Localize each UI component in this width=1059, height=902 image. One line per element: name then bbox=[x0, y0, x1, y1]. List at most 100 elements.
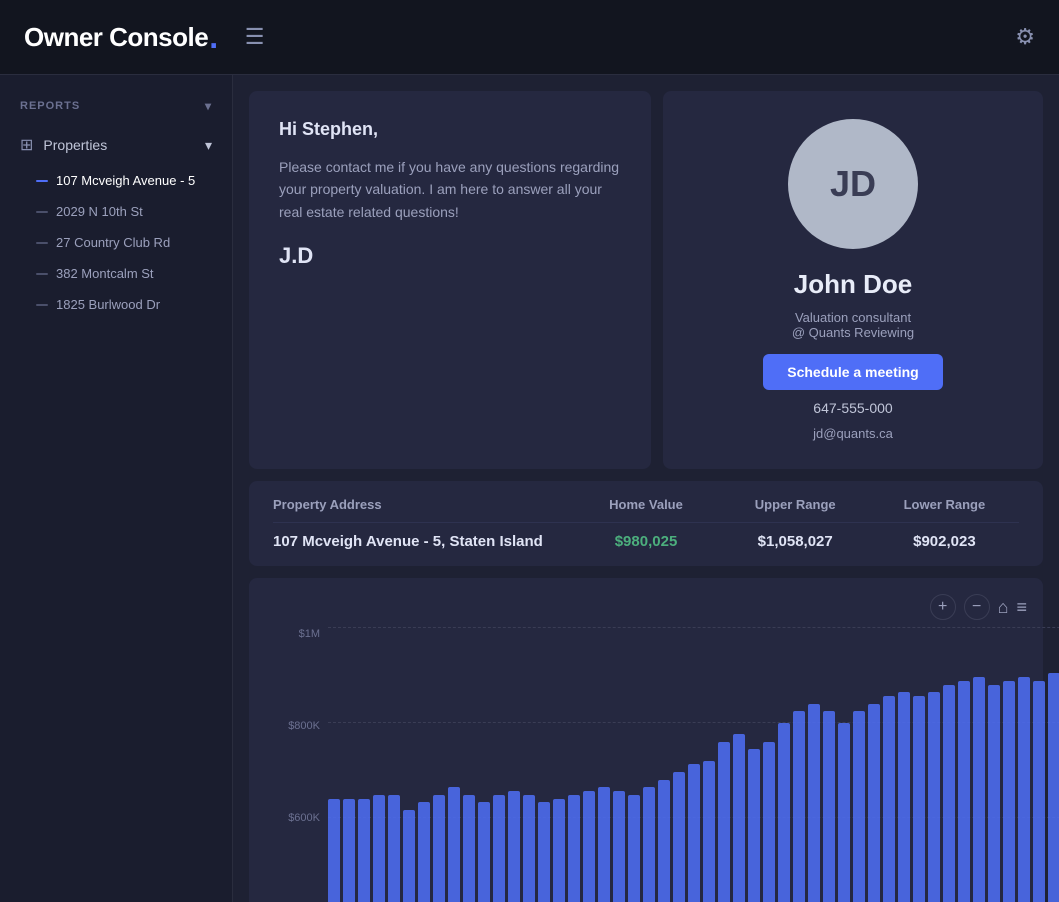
chart-bar bbox=[523, 795, 535, 902]
chart-bar bbox=[538, 802, 550, 902]
chart-bar bbox=[958, 681, 970, 902]
chart-bar bbox=[988, 685, 1000, 902]
chart-controls: + − ⌂ ≡ bbox=[265, 594, 1027, 620]
menu-button[interactable]: ☰ bbox=[242, 24, 268, 50]
chart-bar bbox=[643, 787, 655, 902]
active-indicator bbox=[36, 180, 48, 182]
sidebar-item-2029-n-10th[interactable]: 2029 N 10th St bbox=[0, 196, 232, 227]
chart-bar bbox=[448, 787, 460, 902]
chart-bar bbox=[403, 810, 415, 902]
zoom-out-button[interactable]: − bbox=[964, 594, 990, 620]
lower-range-value: $902,023 bbox=[870, 533, 1019, 550]
inactive-indicator bbox=[36, 304, 48, 306]
chart-bar bbox=[388, 795, 400, 902]
sidebar-item-1825-burlwood[interactable]: 1825 Burlwood Dr bbox=[0, 289, 232, 320]
chart-bar bbox=[358, 799, 370, 902]
main-layout: REPORTS ▾ ⊞ Properties ▾ 107 Mcveigh Ave… bbox=[0, 75, 1059, 902]
consultant-title: Valuation consultant @ Quants Reviewing bbox=[792, 310, 914, 340]
chart-area: $1M$800K$600K$400K$200K bbox=[265, 628, 1027, 902]
sidebar-item-label: 2029 N 10th St bbox=[56, 204, 143, 219]
chart-bar bbox=[718, 742, 730, 902]
consultant-email: jd@quants.ca bbox=[813, 426, 893, 441]
properties-chevron-icon: ▾ bbox=[205, 137, 212, 154]
chart-bar bbox=[658, 780, 670, 902]
sidebar-item-27-country-club[interactable]: 27 Country Club Rd bbox=[0, 227, 232, 258]
chart-bars-container bbox=[328, 628, 1059, 902]
inactive-indicator bbox=[36, 242, 48, 244]
message-signature: J.D bbox=[279, 243, 621, 269]
chart-bar bbox=[343, 799, 355, 902]
main-content: Hi Stephen, Please contact me if you hav… bbox=[233, 75, 1059, 902]
sidebar-item-label: 382 Montcalm St bbox=[56, 266, 154, 281]
chart-bar bbox=[478, 802, 490, 902]
chart-bar bbox=[328, 799, 340, 902]
sidebar: REPORTS ▾ ⊞ Properties ▾ 107 Mcveigh Ave… bbox=[0, 75, 233, 902]
chart-bar bbox=[628, 795, 640, 902]
properties-group-header[interactable]: ⊞ Properties ▾ bbox=[0, 125, 232, 165]
chart-bar bbox=[868, 704, 880, 902]
chart-bar bbox=[853, 711, 865, 902]
chart-bar bbox=[463, 795, 475, 902]
consultant-name: John Doe bbox=[794, 269, 912, 300]
chart-bar bbox=[913, 696, 925, 902]
chart-bar bbox=[733, 734, 745, 902]
chart-bar bbox=[1048, 673, 1059, 902]
inactive-indicator bbox=[36, 273, 48, 275]
chart-bar bbox=[433, 795, 445, 902]
sidebar-item-label: 27 Country Club Rd bbox=[56, 235, 170, 250]
chart-bar bbox=[778, 723, 790, 902]
property-table: Property Address Home Value Upper Range … bbox=[249, 481, 1043, 566]
top-cards-row: Hi Stephen, Please contact me if you hav… bbox=[249, 91, 1043, 469]
schedule-meeting-button[interactable]: Schedule a meeting bbox=[763, 354, 942, 390]
topnav-right: ⚙ bbox=[1015, 24, 1035, 50]
reports-chevron-icon[interactable]: ▾ bbox=[205, 99, 212, 113]
properties-grid-icon: ⊞ bbox=[20, 135, 33, 155]
chart-y-label: $600K bbox=[265, 812, 320, 824]
col-address-header: Property Address bbox=[273, 497, 571, 512]
chart-bar bbox=[598, 787, 610, 902]
sidebar-section-reports: REPORTS ▾ bbox=[0, 91, 232, 121]
chart-bar bbox=[703, 761, 715, 902]
chart-bar bbox=[1033, 681, 1045, 902]
properties-label: Properties bbox=[43, 137, 195, 153]
sidebar-group-properties: ⊞ Properties ▾ 107 Mcveigh Avenue - 5 20… bbox=[0, 125, 232, 320]
consultant-phone: 647-555-000 bbox=[813, 400, 892, 416]
home-value-value: $980,025 bbox=[571, 533, 720, 550]
chart-home-button[interactable]: ⌂ bbox=[998, 597, 1009, 618]
chart-bar bbox=[943, 685, 955, 902]
chart-y-axis: $1M$800K$600K$400K$200K bbox=[265, 628, 320, 902]
chart-bar bbox=[583, 791, 595, 902]
chart-bar bbox=[688, 764, 700, 902]
chart-bar bbox=[883, 696, 895, 902]
chart-bar bbox=[763, 742, 775, 902]
chart-bar bbox=[823, 711, 835, 902]
chart-bar bbox=[793, 711, 805, 902]
chart-menu-button[interactable]: ≡ bbox=[1016, 597, 1027, 618]
sidebar-item-382-montcalm[interactable]: 382 Montcalm St bbox=[0, 258, 232, 289]
chart-bar bbox=[418, 802, 430, 902]
app-logo: Owner Console. bbox=[24, 21, 218, 53]
inactive-indicator bbox=[36, 211, 48, 213]
chart-bar bbox=[808, 704, 820, 902]
chart-bar bbox=[553, 799, 565, 902]
chart-bar bbox=[898, 692, 910, 902]
sidebar-item-label: 1825 Burlwood Dr bbox=[56, 297, 160, 312]
col-upper-range-header: Upper Range bbox=[721, 497, 870, 512]
app-title: Owner Console bbox=[24, 22, 208, 53]
chart-bar bbox=[508, 791, 520, 902]
settings-icon[interactable]: ⚙ bbox=[1015, 24, 1035, 50]
avatar: JD bbox=[788, 119, 918, 249]
chart-bar bbox=[373, 795, 385, 902]
message-greeting: Hi Stephen, bbox=[279, 119, 621, 140]
sidebar-item-label: 107 Mcveigh Avenue - 5 bbox=[56, 173, 195, 188]
chart-bar bbox=[748, 749, 760, 902]
zoom-in-button[interactable]: + bbox=[930, 594, 956, 620]
topnav: Owner Console. ☰ ⚙ bbox=[0, 0, 1059, 75]
chart-y-label: $1M bbox=[265, 628, 320, 640]
logo-dot: . bbox=[209, 21, 217, 53]
chart-bar bbox=[613, 791, 625, 902]
message-body: Please contact me if you have any questi… bbox=[279, 156, 621, 223]
chart-gridline bbox=[328, 627, 1059, 628]
sidebar-item-107-mcveigh[interactable]: 107 Mcveigh Avenue - 5 bbox=[0, 165, 232, 196]
chart-bar bbox=[673, 772, 685, 902]
